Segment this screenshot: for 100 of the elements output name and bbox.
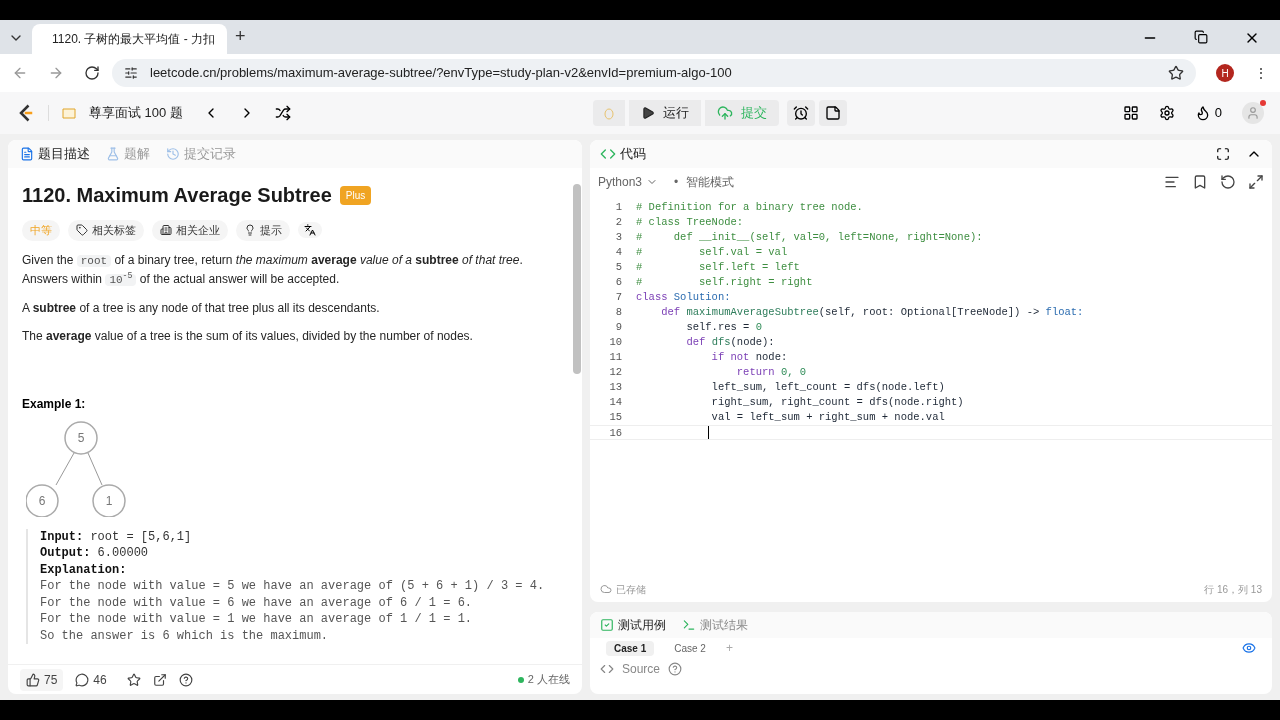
profile-avatar[interactable]: H [1216,64,1234,82]
line-number: 13 [608,380,622,395]
timer-button[interactable] [786,100,815,126]
shuffle-icon[interactable] [274,105,291,121]
description-paragraph: The average value of a tree is the sum of its values, divided by the number of nodes. [22,327,474,345]
thumbs-up-icon [26,672,40,687]
code-icon [600,662,614,676]
bullet-icon: • [674,173,679,191]
language-select[interactable]: Python3 [598,173,659,191]
code-line: val = left_sum + right_sum + node.val [710,410,945,425]
terminal-icon [682,618,696,632]
history-icon [166,147,180,161]
line-number: 3 [614,230,622,245]
problem-title: 1120. Maximum Average Subtree [22,183,332,208]
cloud-icon [600,583,612,595]
bookmark-star-icon[interactable] [1168,65,1184,81]
note-icon [824,105,841,121]
play-icon [640,106,655,120]
checkbox-icon [600,618,614,632]
plan-icon [61,105,77,121]
back-icon[interactable] [12,65,28,81]
description-paragraph: Given the root of a binary tree, return the maximum average value of a subtree of that tree. Answers within 10$^{-5}$ of the actual answer will be accepted. [22,251,524,288]
tab-title: 1120. 子树的最大平均值 - 力扣 [52,31,216,48]
building-icon [160,224,172,237]
explanation-line: So the answer is 6 which is the maximum. [40,627,330,644]
translate-button[interactable] [298,222,322,239]
explanation-line: For the node with value = 1 we have an average of 1 / 1 = 1. [40,611,474,628]
like-button[interactable]: 75 [20,668,64,691]
panel-tab[interactable]: 题目描述 [20,144,90,164]
line-number: 15 [608,410,622,425]
notes-button[interactable] [818,100,847,126]
line-number: 4 [614,245,622,260]
source-link[interactable]: Source [622,660,661,678]
example-line: Output: 6.00000 [40,545,150,562]
help-icon[interactable] [178,672,193,687]
line-number: 2 [614,215,622,230]
topic-chip[interactable]: 相关标签 [68,220,144,241]
explanation-line: For the node with value = 5 we have an average of (5 + 6 + 1) / 3 = 4. [40,578,546,595]
code-line: def maximumAverageSubtree(self, root: Optional[TreeNode]) -> float: [660,305,1084,320]
site-info-icon[interactable] [124,66,138,80]
code-line: right_sum, right_count = dfs(node.right) [710,395,964,410]
line-number: 8 [614,305,622,320]
plus-badge: Plus [339,185,372,205]
topic-chip[interactable]: 提示 [236,220,290,241]
case-tab[interactable]: Case 1 [606,640,655,656]
line-number: 6 [614,275,622,290]
panel-title: 代码 [620,145,646,164]
case-tab[interactable]: Case 2 [666,640,714,656]
settings-icon[interactable] [1158,105,1175,121]
person-icon [1246,106,1260,120]
bookmark-icon[interactable] [1192,174,1208,190]
run-button[interactable]: 运行 [628,100,701,126]
reset-icon[interactable] [1220,174,1236,190]
menu-icon[interactable]: ⋮ [1254,66,1268,80]
alarm-icon [792,105,809,121]
format-icon[interactable] [1164,174,1180,190]
browser-tab[interactable]: 1120. 子树的最大平均值 - 力扣 [32,24,227,54]
code-line: self.res = 0 [685,320,763,335]
line-number: 14 [608,395,622,410]
line-number: 9 [614,320,622,335]
code-line: # self.left = left [636,260,800,275]
forward-icon[interactable] [48,65,64,81]
code-line: # self.right = right [636,275,813,290]
share-icon[interactable] [152,672,167,687]
example-line: Input: root = [5,6,1] [40,528,193,545]
address-field[interactable]: leetcode.cn/problems/maximum-average-subtree/?envType=study-plan-v2&envId=premium-algo-100 [112,59,1196,87]
fullscreen-icon[interactable] [1216,147,1230,161]
line-number: 11 [608,350,622,365]
code-line: # class TreeNode: [636,215,744,230]
online-count: 2 人在线 [527,672,570,688]
study-plan-link[interactable]: 尊享面试 100 题 [89,103,183,123]
explanation-line: For the node with value = 6 we have an average of 6 / 1 = 6. [40,594,474,611]
layout-icon[interactable] [1122,105,1139,121]
code-line: if not node: [710,350,788,365]
reload-icon[interactable] [84,65,100,81]
restore-icon[interactable] [1194,30,1208,44]
line-number: 1 [614,200,622,215]
topic-chip[interactable]: 相关企业 [152,220,228,241]
mode-label[interactable]: 智能模式 [686,173,735,191]
streak-count: 0 [1214,104,1222,123]
scrollbar-thumb[interactable] [573,184,581,374]
panel-tab[interactable]: 测试用例 [600,616,666,634]
code-icon [600,146,616,162]
example-heading: Example 1: [22,395,87,413]
line-number: 7 [614,290,622,305]
eye-icon[interactable] [1242,641,1256,655]
difficulty-tag: 中等 [22,220,60,241]
comments-button[interactable]: 46 [75,670,107,689]
description-paragraph: A subtree of a tree is any node of that tree plus all its descendants. [22,299,381,317]
code-line: left_sum, left_count = dfs(node.left) [710,380,945,395]
favorite-icon[interactable] [126,672,141,687]
new-tab-button[interactable]: + [235,23,246,50]
code-line: # def __init__(self, val=0, left=None, right=None): [636,230,983,245]
code-line: class Solution: [636,290,731,305]
code-line: return 0, 0 [735,365,807,380]
user-avatar[interactable] [1242,102,1264,124]
line-number: 10 [608,335,622,350]
expand-icon[interactable] [1248,174,1264,190]
panel-tab[interactable]: 测试结果 [682,616,748,634]
text-cursor [708,426,709,439]
